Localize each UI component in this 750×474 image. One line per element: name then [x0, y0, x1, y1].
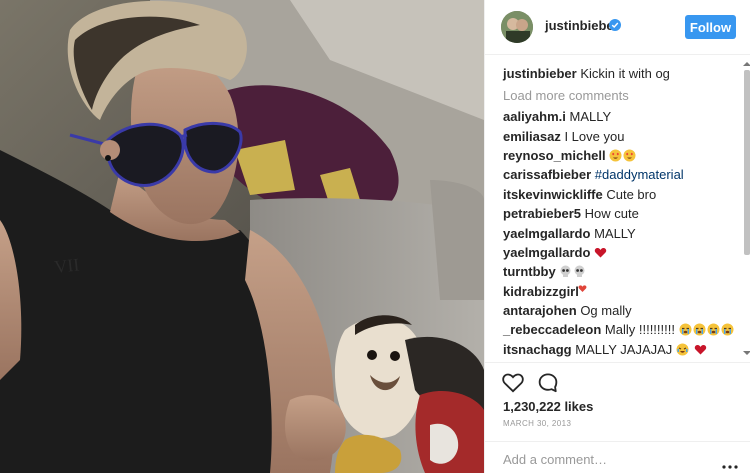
comment-row: kidrabizzgirl — [503, 283, 588, 301]
comment-text: Og mally — [580, 303, 632, 318]
add-comment-input[interactable] — [503, 450, 703, 468]
comment-username[interactable]: antarajohen — [503, 303, 577, 318]
profile-avatar[interactable] — [501, 11, 533, 43]
comment-text: MALLY JAJAJAJ — [575, 342, 673, 357]
header-username[interactable]: justinbieber — [545, 18, 619, 33]
more-options-icon[interactable] — [722, 456, 738, 474]
svg-text:VII: VII — [53, 254, 80, 277]
comment-username[interactable]: petrabieber5 — [503, 206, 581, 221]
scroll-down-arrow-icon[interactable] — [743, 351, 750, 355]
load-more-comments-link[interactable]: Load more comments — [503, 88, 629, 103]
comment-row: yaelmgallardo MALLY — [503, 225, 636, 243]
post-photo[interactable]: VII — [0, 0, 484, 473]
comment-row: _rebeccadeleon Mally !!!!!!!!!! — [503, 321, 735, 339]
post-date[interactable]: MARCH 30, 2013 — [503, 419, 571, 428]
comment-text: MALLY — [569, 109, 612, 124]
heart-eyes-emoji-icon — [609, 148, 637, 163]
comment-text: I Love you — [564, 129, 625, 144]
comment-username[interactable]: kidrabizzgirl — [503, 284, 579, 299]
comment-username[interactable]: aaliyahm.i — [503, 109, 566, 124]
scroll-up-arrow-icon[interactable] — [743, 62, 750, 66]
red-heart-emoji-icon — [594, 245, 608, 260]
comment-username[interactable]: yaelmgallardo — [503, 245, 590, 260]
heart-emoji-icon — [579, 284, 588, 299]
post-actions: 1,230,222 likes MARCH 30, 2013 — [485, 362, 750, 442]
likes-count[interactable]: 1,230,222 likes — [503, 399, 593, 414]
skull-emoji-icon — [559, 264, 587, 279]
post-photo-image: VII — [0, 0, 484, 473]
comment-username[interactable]: emiliasaz — [503, 129, 561, 144]
comment-username[interactable]: reynoso_michell — [503, 148, 606, 163]
comments-list: justinbieber Kickin it with og Load more… — [485, 55, 750, 361]
comment-row: aaliyahm.i MALLY — [503, 108, 611, 126]
comment-row: antarajohen Og mally — [503, 302, 632, 320]
comment-hashtag-link[interactable]: #daddymaterial — [595, 167, 684, 182]
comment-username[interactable]: yaelmgallardo — [503, 226, 590, 241]
comment-text: MALLY — [594, 226, 636, 241]
caption-text: Kickin it with og — [580, 66, 670, 81]
post-side-panel: justinbieber Follow justinbieber Kickin … — [484, 0, 750, 473]
comment-row: emiliasaz I Love you — [503, 128, 624, 146]
comment-username[interactable]: turntbby — [503, 264, 556, 279]
caption: justinbieber Kickin it with og — [503, 65, 670, 83]
comment-row: yaelmgallardo — [503, 244, 608, 262]
comment-row: itskevinwickliffe Cute bro — [503, 186, 656, 204]
comment-username[interactable]: carissafbieber — [503, 167, 591, 182]
comment-row: reynoso_michell — [503, 147, 637, 165]
add-comment-bar — [485, 441, 750, 473]
comment-row: turntbby — [503, 263, 587, 281]
caption-username[interactable]: justinbieber — [503, 66, 577, 81]
avatar-image — [501, 11, 533, 43]
comment-text: Cute bro — [606, 187, 657, 202]
comment-username[interactable]: itsnachagg — [503, 342, 572, 357]
verified-badge-icon — [609, 19, 621, 31]
comment-username[interactable]: _rebeccadeleon — [503, 322, 601, 337]
scrollbar-thumb[interactable] — [744, 70, 750, 255]
post-header: justinbieber Follow — [485, 0, 750, 55]
laugh-cry-emoji-icon — [676, 342, 690, 357]
crying-emoji-icon — [679, 322, 735, 337]
comment-row: petrabieber5 How cute — [503, 205, 639, 223]
comment-text: How cute — [584, 206, 639, 221]
comment-row: carissafbieber #daddymaterial — [503, 166, 684, 184]
comment-text: Mally !!!!!!!!!! — [604, 322, 675, 337]
instagram-post: VII justinbieber Follow justinbieber Kic… — [0, 0, 750, 473]
comment-bubble-icon[interactable] — [537, 373, 559, 398]
heart-emoji-icon — [694, 342, 708, 357]
heart-icon[interactable] — [502, 373, 524, 398]
comment-username[interactable]: itskevinwickliffe — [503, 187, 603, 202]
follow-button[interactable]: Follow — [685, 15, 736, 39]
comment-row: itsnachagg MALLY JAJAJAJ — [503, 341, 708, 359]
